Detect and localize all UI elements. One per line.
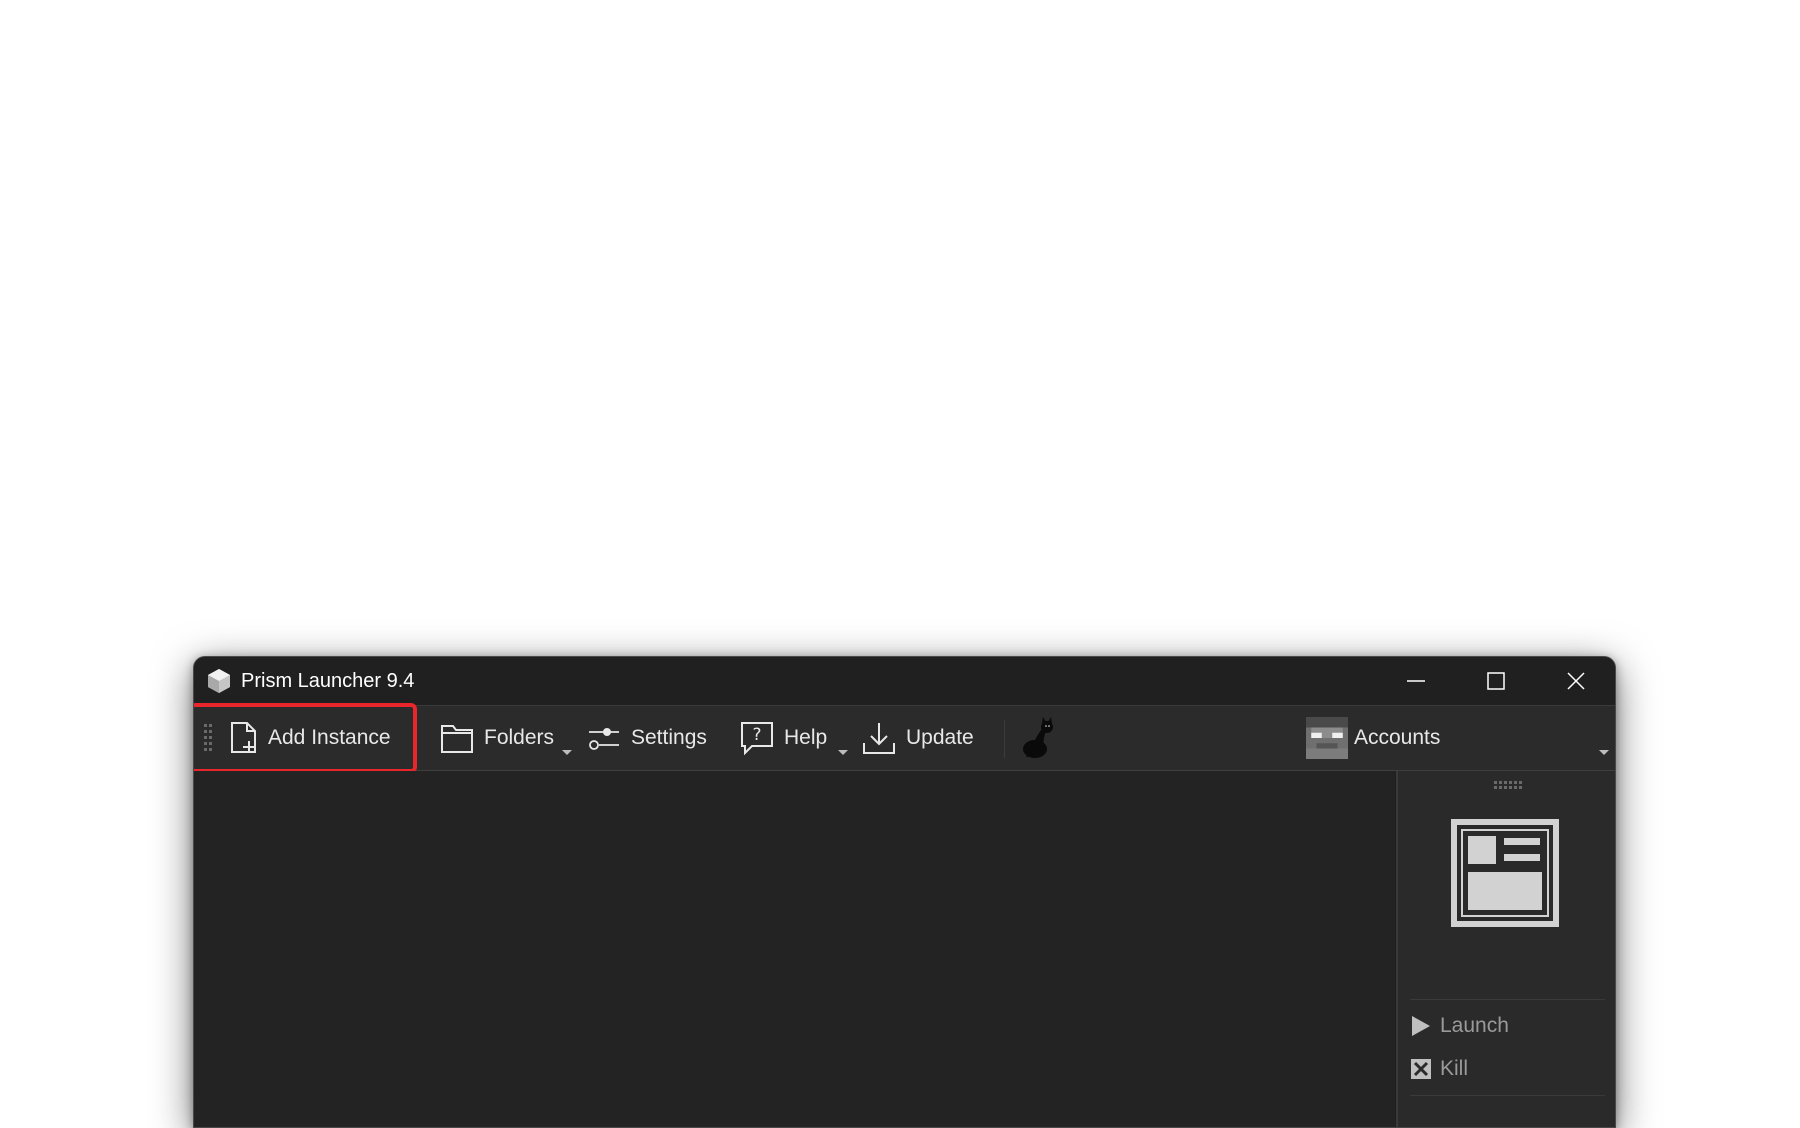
accounts-button[interactable]: Accounts — [1306, 706, 1440, 770]
launch-button[interactable]: Launch — [1410, 1011, 1509, 1041]
instance-placeholder-icon[interactable] — [1451, 819, 1559, 927]
add-instance-highlight — [194, 703, 417, 773]
cat-button[interactable] — [1020, 706, 1056, 770]
prism-app-icon — [208, 669, 230, 693]
account-avatar-icon — [1306, 717, 1348, 759]
kill-label: Kill — [1440, 1057, 1469, 1080]
side-panel-grip-handle[interactable] — [1494, 781, 1524, 789]
svg-text:?: ? — [752, 725, 761, 745]
folders-button[interactable]: Folders — [440, 706, 554, 770]
black-cat-icon — [1023, 717, 1053, 758]
download-update-icon — [863, 723, 895, 754]
settings-sliders-icon — [589, 728, 619, 750]
close-button[interactable] — [1536, 657, 1615, 705]
minimize-button[interactable] — [1376, 657, 1456, 705]
side-panel-separator-bottom — [1410, 1095, 1605, 1096]
settings-button[interactable]: Settings — [587, 706, 707, 770]
update-button[interactable]: Update — [862, 706, 974, 770]
settings-label: Settings — [631, 726, 707, 749]
maximize-button[interactable] — [1456, 657, 1536, 705]
update-label: Update — [906, 726, 974, 749]
accounts-dropdown-arrow[interactable] — [1599, 750, 1609, 755]
window-title: Prism Launcher 9.4 — [241, 670, 415, 692]
side-panel-separator — [1410, 999, 1605, 1000]
kill-button[interactable]: Kill — [1410, 1054, 1468, 1084]
maximize-icon — [1487, 672, 1505, 690]
folders-label: Folders — [484, 726, 555, 749]
help-button[interactable]: ? Help — [740, 706, 827, 770]
help-dropdown-arrow[interactable] — [838, 750, 848, 755]
instance-side-panel: Launch Kill — [1396, 771, 1615, 1127]
folders-dropdown-arrow[interactable] — [562, 750, 572, 755]
help-question-icon: ? — [741, 722, 773, 755]
folder-icon — [441, 725, 473, 753]
toolbar-separator — [1004, 720, 1005, 758]
prism-launcher-window: Prism Launcher 9.4 Add Instance Folders … — [193, 656, 1616, 1128]
close-icon — [1567, 672, 1585, 690]
instance-list-area[interactable] — [194, 771, 1395, 1127]
help-label: Help — [784, 726, 828, 749]
accounts-label: Accounts — [1354, 726, 1441, 749]
play-icon — [1412, 1016, 1430, 1036]
minimize-icon — [1407, 680, 1425, 682]
kill-icon — [1411, 1059, 1431, 1079]
launch-label: Launch — [1440, 1014, 1509, 1037]
title-bar[interactable]: Prism Launcher 9.4 — [194, 657, 1615, 705]
